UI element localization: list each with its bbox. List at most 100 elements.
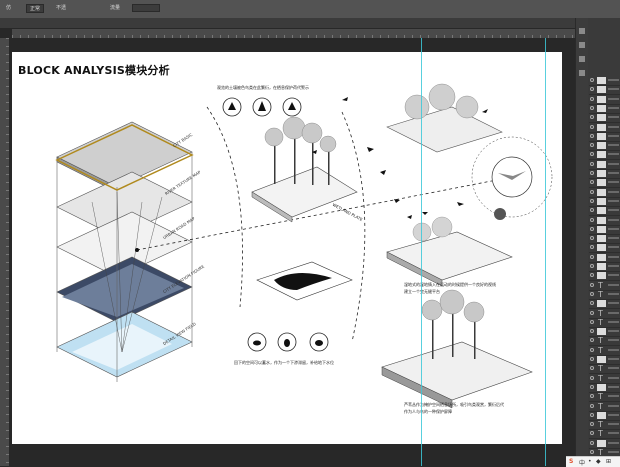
visibility-eye-icon[interactable] bbox=[590, 245, 594, 250]
layer-name bbox=[608, 153, 619, 156]
visibility-eye-icon[interactable] bbox=[590, 208, 594, 213]
layer-thumbnail bbox=[597, 244, 606, 252]
keyboard-icon[interactable]: ⊞ bbox=[606, 458, 611, 465]
visibility-eye-icon[interactable] bbox=[590, 217, 594, 222]
visibility-eye-icon[interactable] bbox=[590, 236, 594, 241]
text-layer-icon: T bbox=[598, 364, 603, 374]
visibility-eye-icon[interactable] bbox=[590, 450, 594, 454]
visibility-eye-icon[interactable] bbox=[590, 198, 594, 203]
caption-right-bottom-2: 作为人与鸟的一种保护屏障 bbox=[404, 409, 452, 414]
visibility-eye-icon[interactable] bbox=[590, 96, 594, 101]
visibility-eye-icon[interactable] bbox=[590, 291, 594, 296]
visibility-eye-icon[interactable] bbox=[590, 329, 594, 334]
visibility-eye-icon[interactable] bbox=[590, 189, 594, 194]
visibility-eye-icon[interactable] bbox=[590, 412, 594, 417]
guide-line[interactable] bbox=[545, 38, 546, 466]
tool-icon[interactable] bbox=[579, 28, 585, 34]
caption-right-bottom-1: 芦苇丛作为掩护空间栖息场所，吸引鸟类观赏，繁衍后代 bbox=[404, 402, 504, 407]
settings-icon[interactable]: ◆ bbox=[596, 458, 601, 465]
text-layer-icon: T bbox=[598, 336, 603, 346]
layer-name bbox=[608, 376, 619, 379]
tool-icon[interactable] bbox=[579, 42, 585, 48]
ime-icon[interactable]: S bbox=[569, 458, 573, 465]
layer-name bbox=[608, 181, 619, 184]
layer-name bbox=[608, 97, 619, 100]
layer-name bbox=[608, 274, 619, 277]
flow-label: 流量 bbox=[110, 5, 121, 11]
visibility-eye-icon[interactable] bbox=[590, 431, 594, 436]
visibility-eye-icon[interactable] bbox=[590, 264, 594, 268]
visibility-eye-icon[interactable] bbox=[590, 87, 594, 92]
visibility-eye-icon[interactable] bbox=[590, 273, 594, 278]
guide-line[interactable] bbox=[421, 38, 422, 466]
visibility-eye-icon[interactable] bbox=[590, 422, 594, 427]
visibility-eye-icon[interactable] bbox=[590, 152, 594, 157]
tool-strip bbox=[575, 18, 588, 466]
visibility-eye-icon[interactable] bbox=[590, 440, 594, 445]
tool-icon[interactable] bbox=[579, 56, 585, 62]
visibility-eye-icon[interactable] bbox=[590, 366, 594, 371]
visibility-eye-icon[interactable] bbox=[590, 180, 594, 185]
layer-name bbox=[608, 209, 619, 212]
text-layer-icon: T bbox=[598, 420, 603, 430]
visibility-eye-icon[interactable] bbox=[590, 375, 594, 380]
horizontal-ruler[interactable] bbox=[12, 29, 575, 38]
visibility-eye-icon[interactable] bbox=[590, 226, 594, 231]
visibility-eye-icon[interactable] bbox=[590, 105, 594, 110]
visibility-eye-icon[interactable] bbox=[590, 301, 594, 306]
layer-name bbox=[608, 451, 619, 453]
visibility-eye-icon[interactable] bbox=[590, 403, 594, 408]
visibility-eye-icon[interactable] bbox=[590, 161, 594, 166]
layer-thumbnail bbox=[597, 77, 606, 84]
layer-name bbox=[608, 246, 619, 249]
layer-name bbox=[608, 330, 619, 333]
layer-name bbox=[608, 348, 619, 351]
canvas-artboard[interactable]: BLOCK ANALYSIS模块分析 CITY BASIC RIVER TEXT… bbox=[12, 52, 562, 444]
flow-field[interactable] bbox=[132, 4, 160, 12]
visibility-eye-icon[interactable] bbox=[590, 124, 594, 129]
vertical-ruler[interactable] bbox=[0, 38, 9, 466]
visibility-eye-icon[interactable] bbox=[590, 319, 594, 324]
layer-thumbnail bbox=[597, 188, 606, 196]
layer-name bbox=[608, 367, 619, 370]
layer-name bbox=[608, 144, 619, 147]
text-layer-icon: T bbox=[598, 373, 603, 383]
caption-right-mid-1: 湿地式的湿地情入在运动的时候提供一个良好的视线 bbox=[404, 282, 496, 287]
layer-thumbnail bbox=[597, 253, 606, 261]
visibility-eye-icon[interactable] bbox=[590, 394, 594, 399]
layer-thumbnail bbox=[597, 356, 606, 363]
layer-name bbox=[608, 125, 619, 128]
visibility-eye-icon[interactable] bbox=[590, 338, 594, 343]
text-layer-icon: T bbox=[598, 429, 603, 439]
visibility-eye-icon[interactable] bbox=[590, 143, 594, 148]
options-bar: 仿 正常 不透 流量 bbox=[0, 0, 620, 19]
visibility-eye-icon[interactable] bbox=[590, 171, 594, 175]
layer-name bbox=[608, 423, 619, 426]
layer-thumbnail bbox=[597, 114, 606, 122]
layers-panel: TTTTTTTTTTTTTT bbox=[588, 18, 620, 467]
layer-thumbnail bbox=[597, 170, 606, 177]
visibility-eye-icon[interactable] bbox=[590, 78, 594, 82]
layer-name bbox=[608, 265, 619, 267]
layer-name bbox=[608, 441, 619, 444]
visibility-eye-icon[interactable] bbox=[590, 310, 594, 315]
layer-name bbox=[608, 79, 619, 81]
visibility-eye-icon[interactable] bbox=[590, 254, 594, 259]
visibility-eye-icon[interactable] bbox=[590, 133, 594, 138]
layer-name bbox=[608, 227, 619, 230]
visibility-eye-icon[interactable] bbox=[590, 115, 594, 120]
visibility-eye-icon[interactable] bbox=[590, 357, 594, 361]
opacity-label: 不透 bbox=[56, 5, 67, 11]
punctuation-icon[interactable]: • bbox=[588, 458, 592, 465]
text-layer-icon: T bbox=[598, 289, 603, 299]
tool-icon[interactable] bbox=[579, 70, 585, 76]
lower-right-block bbox=[381, 289, 533, 409]
visibility-eye-icon[interactable] bbox=[590, 384, 594, 389]
visibility-eye-icon[interactable] bbox=[590, 282, 594, 287]
middle-right-block bbox=[386, 216, 513, 287]
layer-name bbox=[608, 218, 619, 221]
layer-name bbox=[608, 88, 619, 91]
visibility-eye-icon[interactable] bbox=[590, 347, 594, 352]
blend-mode-select[interactable]: 正常 bbox=[26, 4, 45, 13]
layer-name bbox=[608, 358, 619, 360]
